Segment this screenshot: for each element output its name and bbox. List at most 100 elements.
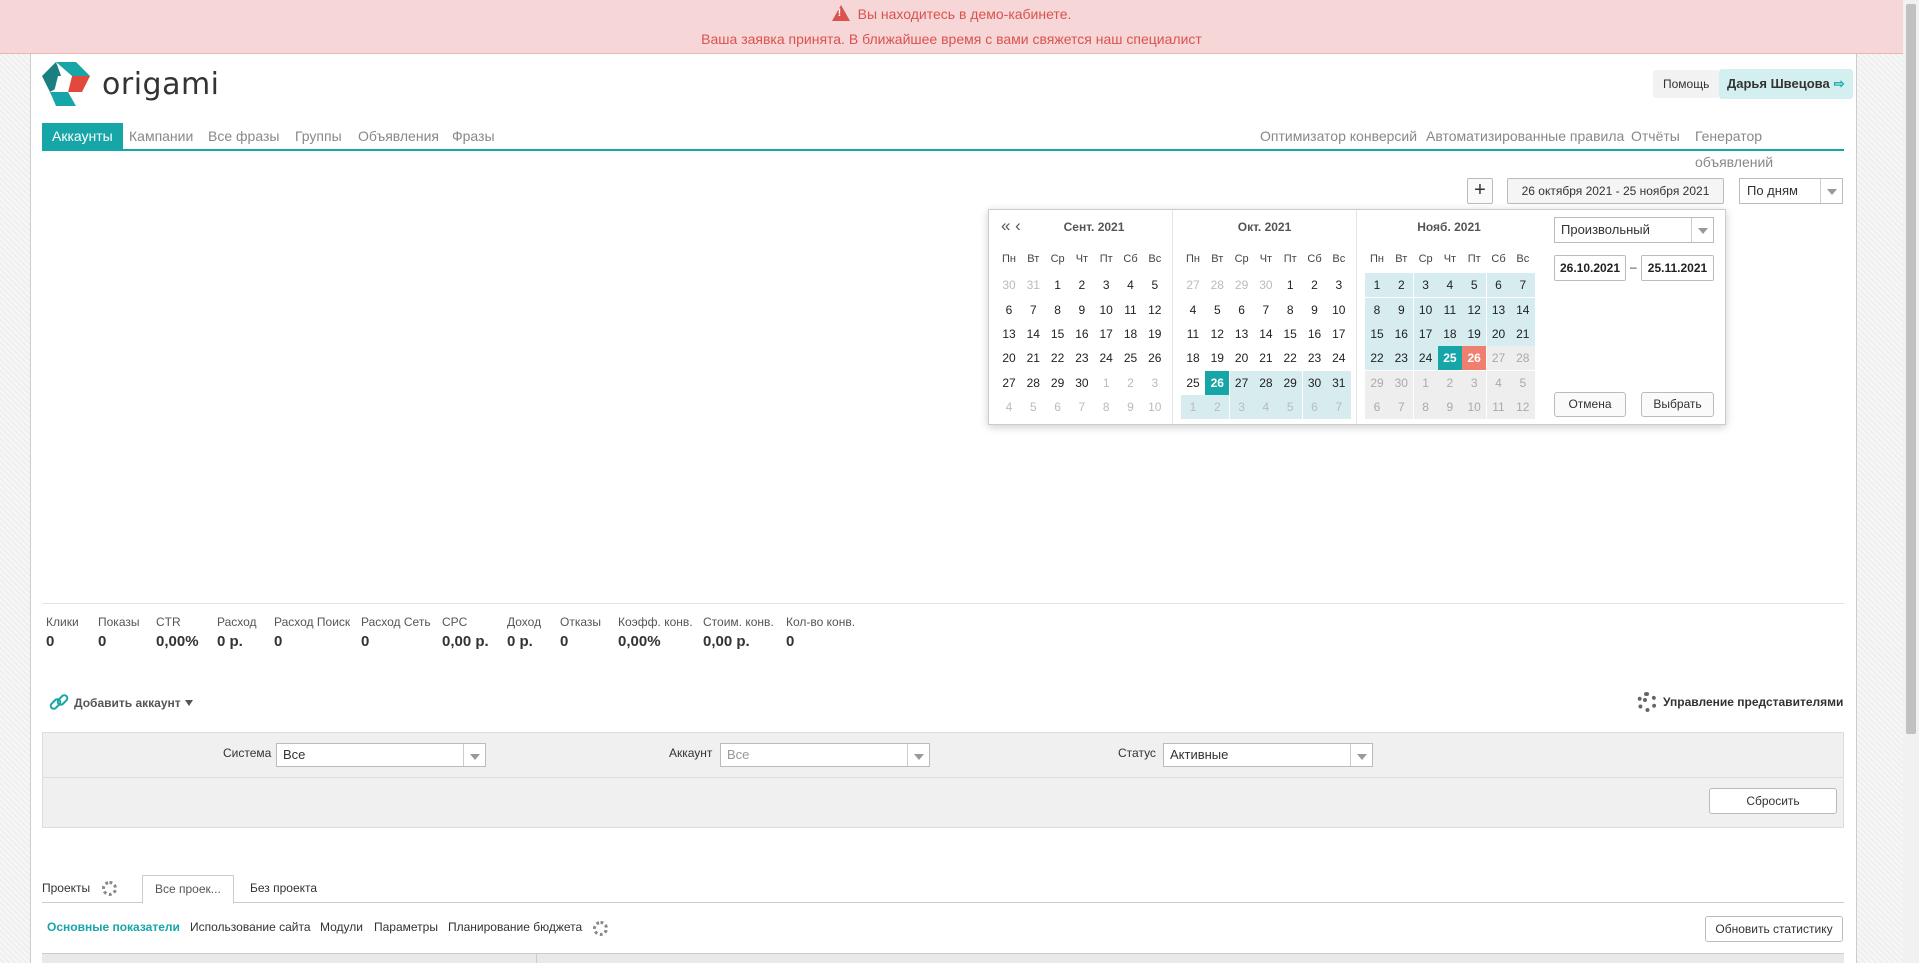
calendar-day[interactable]: 31 [1021,273,1045,297]
status-select[interactable]: Активные [1163,743,1373,767]
calendar-day[interactable]: 27 [1181,273,1205,297]
calendar-day[interactable]: 23 [1303,346,1327,370]
prev-month-icons[interactable]: « ‹ [1001,216,1021,236]
calendar-day[interactable]: 9 [1070,298,1094,322]
tab-automated-rules[interactable]: Автоматизированные правила [1426,123,1624,151]
tab-all-phrases[interactable]: Все фразы [208,123,279,151]
calendar-day[interactable]: 13 [1486,297,1511,322]
calendar-day[interactable]: 12 [1462,297,1487,322]
tab-ads[interactable]: Объявления [358,123,439,151]
calendar-day[interactable]: 24 [1413,346,1438,371]
calendar-day[interactable]: 5 [1278,394,1303,419]
calendar-day[interactable]: 20 [1230,346,1254,370]
calendar-day[interactable]: 28 [1510,346,1535,371]
calendar-day[interactable]: 29 [1230,273,1254,297]
calendar-day[interactable]: 3 [1413,273,1438,298]
calendar-day[interactable]: 13 [1230,322,1254,346]
logo[interactable]: origami [42,62,220,106]
calendar-day[interactable]: 10 [1413,297,1438,322]
calendar-day[interactable]: 4 [1181,298,1205,322]
calendar-day[interactable]: 10 [1094,298,1118,322]
calendar-day[interactable]: 30 [1389,370,1414,395]
grouping-select[interactable]: По дням [1739,178,1843,204]
calendar-day[interactable]: 6 [1230,298,1254,322]
calendar-day[interactable]: 24 [1327,346,1351,370]
logout-icon[interactable]: ⇨ [1834,76,1845,91]
calendar-day[interactable]: 8 [1094,395,1118,419]
calendar-day[interactable]: 7 [1510,273,1535,298]
add-button[interactable]: + [1467,178,1493,204]
calendar-day[interactable]: 23 [1070,346,1094,370]
calendar-day[interactable]: 18 [1437,321,1462,346]
calendar-day[interactable]: 26 [1205,370,1230,395]
calendar-day[interactable]: 10 [1327,298,1351,322]
calendar-day[interactable]: 3 [1143,371,1167,395]
calendar-day[interactable]: 15 [1365,321,1389,346]
user-menu-button[interactable]: Дарья Швецова ⇨ [1719,69,1853,99]
manage-representatives-button[interactable]: Управление представителями [1637,692,1843,712]
calendar-day[interactable]: 14 [1021,322,1045,346]
calendar-day[interactable]: 4 [1119,273,1143,297]
calendar-day[interactable]: 19 [1462,321,1487,346]
cancel-button[interactable]: Отмена [1554,392,1626,417]
calendar-day[interactable]: 20 [1486,321,1511,346]
calendar-day[interactable]: 7 [1389,394,1414,419]
calendar-day[interactable]: 11 [1181,322,1205,346]
calendar-day[interactable]: 31 [1326,370,1351,395]
tab-groups[interactable]: Группы [295,123,342,151]
calendar-day[interactable]: 19 [1143,322,1167,346]
page-scrollbar[interactable] [1903,0,1919,963]
calendar-day[interactable]: 3 [1327,273,1351,297]
calendar-day[interactable]: 25 [1119,346,1143,370]
subtab-modules[interactable]: Модули [320,920,363,934]
calendar-day[interactable]: 12 [1205,322,1229,346]
calendar-day[interactable]: 1 [1094,371,1118,395]
calendar-day[interactable]: 1 [1046,273,1070,297]
calendar-day[interactable]: 29 [1046,371,1070,395]
calendar-day[interactable]: 6 [1486,273,1511,298]
calendar-day[interactable]: 16 [1389,321,1414,346]
calendar-day[interactable]: 21 [1510,321,1535,346]
tab-ad-generator[interactable]: Генератор объявлений [1695,123,1844,170]
calendar-day[interactable]: 10 [1462,394,1487,419]
calendar-day[interactable]: 28 [1253,370,1278,395]
calendar-day[interactable]: 19 [1205,346,1229,370]
calendar-day[interactable]: 20 [997,346,1021,370]
calendar-day[interactable]: 1 [1278,273,1302,297]
tab-all-projects[interactable]: Все проек... [142,875,234,904]
calendar-day[interactable]: 14 [1254,322,1278,346]
tab-conversion-optimizer[interactable]: Оптимизатор конверсий [1260,123,1417,151]
calendar-day[interactable]: 2 [1119,371,1143,395]
calendar-day[interactable]: 30 [1070,371,1094,395]
calendar-day[interactable]: 28 [1021,371,1045,395]
calendar-day[interactable]: 2 [1389,273,1414,298]
preset-select[interactable]: Произвольный [1554,217,1714,243]
calendar-day[interactable]: 1 [1181,394,1205,419]
calendar-day[interactable]: 6 [1046,395,1070,419]
calendar-day[interactable]: 8 [1046,298,1070,322]
reset-button[interactable]: Сбросить [1709,788,1837,814]
tab-reports[interactable]: Отчёты [1631,123,1680,151]
calendar-day[interactable]: 17 [1094,322,1118,346]
date-to-input[interactable]: 25.11.2021 [1641,255,1714,281]
calendar-day[interactable]: 11 [1119,298,1143,322]
calendar-day[interactable]: 2 [1437,370,1462,395]
refresh-stats-button[interactable]: Обновить статистику [1705,916,1843,942]
calendar-day[interactable]: 16 [1070,322,1094,346]
calendar-day[interactable]: 2 [1070,273,1094,297]
system-select[interactable]: Все [276,743,486,767]
calendar-day[interactable]: 5 [1021,395,1045,419]
calendar-day[interactable]: 3 [1094,273,1118,297]
calendar-day[interactable]: 3 [1229,394,1254,419]
calendar-day[interactable]: 21 [1254,346,1278,370]
calendar-day[interactable]: 27 [1486,346,1511,371]
calendar-day[interactable]: 29 [1365,370,1389,395]
calendar-day[interactable]: 12 [1143,298,1167,322]
calendar-day[interactable]: 25 [1437,346,1462,371]
calendar-day[interactable]: 11 [1437,297,1462,322]
calendar-day[interactable]: 28 [1205,273,1229,297]
calendar-day[interactable]: 22 [1278,346,1302,370]
calendar-day[interactable]: 7 [1326,394,1351,419]
tab-campaigns[interactable]: Кампании [129,123,193,151]
calendar-day[interactable]: 7 [1254,298,1278,322]
